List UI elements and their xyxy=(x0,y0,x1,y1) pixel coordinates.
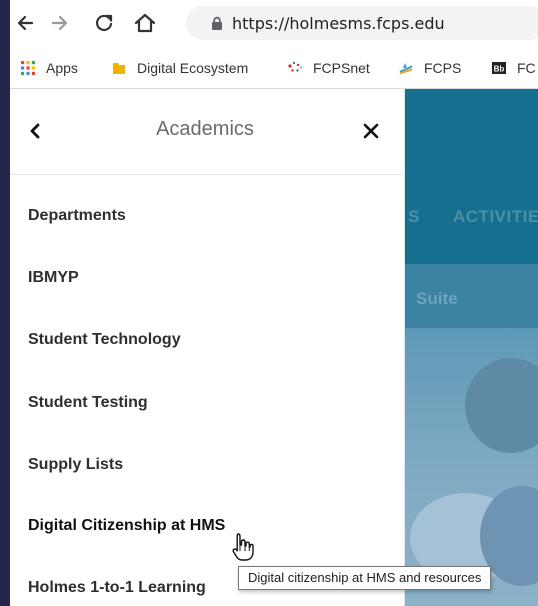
forward-button[interactable] xyxy=(46,9,74,37)
menu-item-student-technology[interactable]: Student Technology xyxy=(28,320,388,360)
website-nav-item[interactable]: S xyxy=(408,207,420,227)
drawer-header: Academics xyxy=(10,89,404,175)
menu-item-departments[interactable]: Departments xyxy=(28,196,388,236)
home-button[interactable] xyxy=(131,9,159,37)
bookmark-label: FC xyxy=(517,60,536,76)
reload-button[interactable] xyxy=(90,9,118,37)
close-icon[interactable] xyxy=(362,122,380,140)
url-text: https://holmesms.fcps.edu xyxy=(232,14,445,33)
lock-icon xyxy=(212,16,222,30)
bookmark-folder-icon xyxy=(113,63,125,74)
reload-icon xyxy=(95,14,113,31)
address-row: https://holmesms.fcps.edu xyxy=(10,0,538,47)
home-icon xyxy=(134,13,156,33)
menu-item-student-testing[interactable]: Student Testing xyxy=(28,383,388,423)
browser-window: https://holmesms.fcps.edu Apps Digital E… xyxy=(10,0,538,606)
bookmark-label: FCPS xyxy=(424,60,462,76)
academics-drawer: Academics Departments IBMYP Student Tech… xyxy=(10,89,405,606)
apps-grid-icon xyxy=(21,61,35,75)
bookmark-label: Apps xyxy=(46,60,78,76)
fcpsnet-dots-icon xyxy=(288,61,302,72)
bookmark-apps[interactable]: Apps xyxy=(20,58,78,78)
bookmark-blackboard[interactable]: Bb FC xyxy=(491,58,536,78)
arrow-right-icon xyxy=(51,15,68,31)
tooltip: Digital citizenship at HMS and resources xyxy=(238,566,492,590)
bookmark-label: Digital Ecosystem xyxy=(137,60,249,76)
chevron-left-icon[interactable] xyxy=(26,119,44,143)
bookmarks-bar: Apps Digital Ecosystem FCPSnet FCPS Bb F… xyxy=(10,47,538,89)
back-button[interactable] xyxy=(11,9,39,37)
bookmark-fcpsnet[interactable]: FCPSnet xyxy=(287,58,370,78)
arrow-left-icon xyxy=(17,15,34,31)
fcps-logo-icon xyxy=(399,63,413,75)
menu-item-digital-citizenship[interactable]: Digital Citizenship at HMS xyxy=(28,506,388,546)
bookmark-fcps[interactable]: FCPS xyxy=(398,58,461,78)
blackboard-icon: Bb xyxy=(492,62,506,74)
website-nav-item[interactable]: ACTIVITIE xyxy=(453,207,538,227)
svg-text:Bb: Bb xyxy=(494,65,505,74)
drawer-title: Academics xyxy=(156,118,254,140)
hero-shape xyxy=(465,358,538,453)
hand-cursor-icon xyxy=(232,533,254,561)
menu-item-supply-lists[interactable]: Supply Lists xyxy=(28,445,388,485)
menu-item-ibmyp[interactable]: IBMYP xyxy=(28,258,388,298)
address-bar[interactable]: https://holmesms.fcps.edu xyxy=(186,6,538,40)
bookmark-label: FCPSnet xyxy=(313,60,370,76)
bookmark-digital-ecosystem[interactable]: Digital Ecosystem xyxy=(111,58,248,78)
website-band-text[interactable]: Suite xyxy=(416,289,458,309)
